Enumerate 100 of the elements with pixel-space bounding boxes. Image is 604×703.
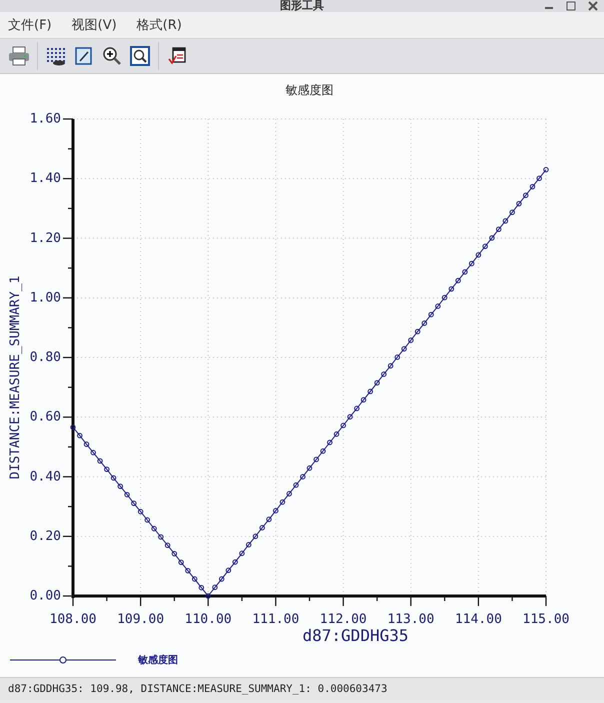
data-point xyxy=(543,166,549,172)
data-point xyxy=(90,450,96,456)
data-point xyxy=(530,184,536,190)
y-tick-label: 0.40 xyxy=(30,469,61,484)
data-point xyxy=(340,422,346,428)
data-point xyxy=(476,252,482,258)
data-point xyxy=(151,526,157,532)
toolbar-button[interactable] xyxy=(127,43,153,69)
y-axis-title: DISTANCE:MEASURE_SUMMARY_1 xyxy=(8,276,23,480)
x-tick-label: 110.00 xyxy=(184,612,232,627)
x-tick-label: 115.00 xyxy=(522,612,570,627)
data-point xyxy=(164,542,170,548)
data-point xyxy=(260,525,265,530)
x-tick-label: 114.00 xyxy=(454,612,502,627)
window-title: 图形工具 xyxy=(280,0,324,12)
legend-line-icon xyxy=(10,656,116,664)
data-point xyxy=(347,414,353,420)
data-point xyxy=(442,294,448,300)
data-point xyxy=(118,484,123,489)
status-text: d87:GDDHG35: 109.98, DISTANCE:MEASURE_SUMMARY_1: 0.000603473 xyxy=(8,683,388,695)
data-point xyxy=(205,593,211,599)
data-point xyxy=(496,226,502,232)
data-point xyxy=(408,338,414,343)
chart-title: 敏感度图 xyxy=(286,83,334,97)
y-tick-label: 1.00 xyxy=(30,290,61,306)
data-point xyxy=(394,354,400,360)
data-point xyxy=(468,260,474,266)
data-point xyxy=(455,278,461,284)
printer-icon xyxy=(8,46,30,66)
data-point xyxy=(252,534,258,540)
data-point xyxy=(293,482,299,488)
data-point xyxy=(516,200,522,206)
zoom-fit-icon xyxy=(130,46,150,66)
grid-eye-icon xyxy=(45,46,67,66)
data-point xyxy=(374,380,380,386)
data-point xyxy=(104,466,110,472)
x-tick-label: 111.00 xyxy=(252,612,300,627)
data-point xyxy=(388,363,394,369)
data-point xyxy=(320,448,326,454)
data-point xyxy=(510,210,515,216)
menu-item[interactable]: 文件(F) xyxy=(6,14,54,36)
data-point xyxy=(314,456,319,462)
y-tick-label: 1.20 xyxy=(30,230,61,246)
data-point xyxy=(266,516,272,522)
edit-icon xyxy=(74,46,94,66)
data-point xyxy=(110,475,116,481)
data-point xyxy=(77,432,82,438)
x-axis-title: d87:GDDHG35 xyxy=(302,626,408,645)
data-point xyxy=(381,372,387,377)
data-point xyxy=(280,499,286,505)
x-tick-label: 112.00 xyxy=(320,612,367,627)
data-point xyxy=(414,328,420,334)
data-point xyxy=(368,388,374,394)
data-point xyxy=(306,465,312,471)
data-point xyxy=(239,550,245,556)
data-point xyxy=(198,584,204,590)
maximize-icon[interactable] xyxy=(566,1,576,11)
data-point xyxy=(158,534,164,540)
data-point xyxy=(138,508,144,514)
data-point xyxy=(124,492,130,498)
y-tick-label: 0.20 xyxy=(30,528,61,544)
data-point xyxy=(354,406,360,412)
data-point xyxy=(462,269,468,275)
data-point xyxy=(232,559,238,565)
data-point xyxy=(448,286,454,292)
menu-item[interactable]: 格式(R) xyxy=(134,14,184,36)
data-point xyxy=(226,568,232,574)
data-point xyxy=(70,424,76,430)
data-point xyxy=(502,218,508,224)
data-point xyxy=(482,244,488,249)
data-point xyxy=(300,474,306,480)
data-point xyxy=(246,542,252,548)
data-point xyxy=(327,440,332,446)
x-tick-label: 113.00 xyxy=(387,612,434,627)
data-point xyxy=(273,508,278,514)
y-tick-label: 1.40 xyxy=(30,171,61,186)
data-point xyxy=(536,176,542,182)
close-icon[interactable] xyxy=(588,1,598,11)
data-point xyxy=(192,576,198,582)
data-point xyxy=(435,304,441,309)
data-point xyxy=(489,235,495,241)
x-tick-label: 108.00 xyxy=(50,612,96,627)
data-point xyxy=(131,500,137,506)
y-tick-label: 0.00 xyxy=(30,588,61,604)
menu-item[interactable]: 视图(V) xyxy=(70,14,119,36)
data-point xyxy=(401,346,407,352)
zoom-in-icon xyxy=(102,46,122,66)
export-document-icon xyxy=(167,46,187,66)
data-point xyxy=(334,431,340,437)
data-point xyxy=(218,576,224,582)
data-point xyxy=(212,584,218,590)
y-tick-label: 0.80 xyxy=(30,350,61,365)
data-point xyxy=(144,517,150,523)
data-point xyxy=(178,560,184,565)
data-point xyxy=(185,568,191,574)
data-point xyxy=(286,491,292,496)
legend-label: 敏感度图 xyxy=(138,653,178,667)
y-tick-label: 1.60 xyxy=(30,112,61,126)
data-point xyxy=(428,312,434,318)
data-point xyxy=(84,442,90,447)
